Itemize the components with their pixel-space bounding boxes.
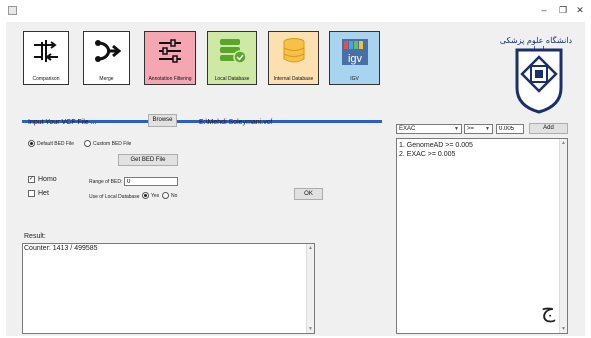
- restore-button[interactable]: ❐: [556, 4, 570, 17]
- svg-text:igv: igv: [347, 53, 362, 65]
- chevron-down-icon: ▼: [454, 126, 459, 132]
- local-db-no-radio[interactable]: [162, 192, 169, 199]
- local-database-button[interactable]: Local Database: [207, 31, 257, 85]
- comparison-label: Comparison: [32, 76, 60, 82]
- sliders-icon: [159, 39, 181, 63]
- close-button[interactable]: ✕: [573, 4, 587, 17]
- result-scrollbar[interactable]: ▲ ▼: [306, 244, 314, 333]
- university-emblem-icon: [515, 48, 563, 114]
- merge-button[interactable]: Merge: [83, 31, 130, 85]
- annotation-filtering-button[interactable]: Annotation Filtering: [144, 31, 196, 85]
- result-text: Counter: 1413 / 499585: [24, 245, 98, 252]
- default-bed-label: Default BED File: [37, 141, 74, 147]
- list-item[interactable]: 1. GenomeAD >= 0.005: [399, 142, 473, 149]
- filter-field-select[interactable]: EXAC ▼: [396, 124, 462, 134]
- igv-label: IGV: [350, 76, 359, 82]
- local-database-label: Local Database: [214, 76, 250, 82]
- input-vcf-label: Input Your VCF File ...: [28, 119, 97, 126]
- filter-operator-value: >=: [467, 126, 475, 132]
- result-textbox[interactable]: Counter: 1413 / 499585 ▲ ▼: [22, 243, 315, 334]
- custom-bed-label: Custom BED File: [93, 141, 132, 147]
- title-bar: – ❐ ✕: [0, 0, 591, 22]
- homo-label: Homo: [38, 176, 57, 183]
- ok-button[interactable]: OK: [294, 188, 323, 200]
- chevron-down-icon: ▼: [485, 126, 490, 132]
- filter-field-value: EXAC: [399, 126, 416, 132]
- result-label: Result:: [24, 233, 46, 240]
- het-checkbox[interactable]: [28, 190, 35, 197]
- range-input[interactable]: [124, 177, 178, 186]
- local-db-no-label: No: [171, 193, 178, 199]
- merge-arrows-icon: [94, 40, 121, 62]
- app-icon: [8, 6, 17, 15]
- scroll-down-icon[interactable]: ▼: [307, 325, 314, 333]
- scroll-up-icon[interactable]: ▲: [307, 244, 314, 252]
- database-icon: [283, 38, 304, 63]
- local-db-label: Use of Local Database: [89, 194, 140, 200]
- local-db-yes-label: Yes: [151, 193, 160, 199]
- het-label: Het: [38, 190, 49, 197]
- add-filter-button[interactable]: Add: [529, 123, 568, 134]
- annotation-filtering-label: Annotation Filtering: [148, 76, 192, 82]
- browse-button[interactable]: Browse: [148, 114, 177, 127]
- filter-list-scrollbar[interactable]: ▲ ▼: [559, 139, 567, 333]
- filter-operator-select[interactable]: >= ▼: [464, 124, 493, 134]
- corner-glyph: ج: [541, 298, 556, 323]
- internal-database-label: Internal Database: [273, 76, 314, 82]
- range-label: Range of BED:: [89, 179, 123, 185]
- igv-button[interactable]: igv IGV: [329, 31, 380, 85]
- comparison-button[interactable]: Comparison: [23, 31, 69, 85]
- split-arrows-icon: [34, 40, 58, 62]
- custom-bed-radio[interactable]: [84, 140, 91, 147]
- get-bed-button[interactable]: Get BED File: [118, 154, 178, 166]
- minimize-button[interactable]: –: [537, 4, 551, 17]
- homo-checkbox[interactable]: ✓: [28, 176, 35, 183]
- scroll-down-icon[interactable]: ▼: [560, 325, 567, 333]
- vcf-path: E:\Mehdi Soleymani.vcf: [199, 119, 273, 126]
- database-check-icon: [220, 39, 247, 64]
- local-db-yes-radio[interactable]: [142, 192, 149, 199]
- merge-label: Merge: [99, 76, 114, 82]
- list-item[interactable]: 2. EXAC >= 0.005: [399, 151, 455, 158]
- internal-database-button[interactable]: Internal Database: [268, 31, 319, 85]
- default-bed-radio[interactable]: [28, 140, 35, 147]
- filter-value-input[interactable]: [496, 124, 524, 134]
- igv-logo-icon: igv: [341, 39, 368, 65]
- scroll-up-icon[interactable]: ▲: [560, 139, 567, 147]
